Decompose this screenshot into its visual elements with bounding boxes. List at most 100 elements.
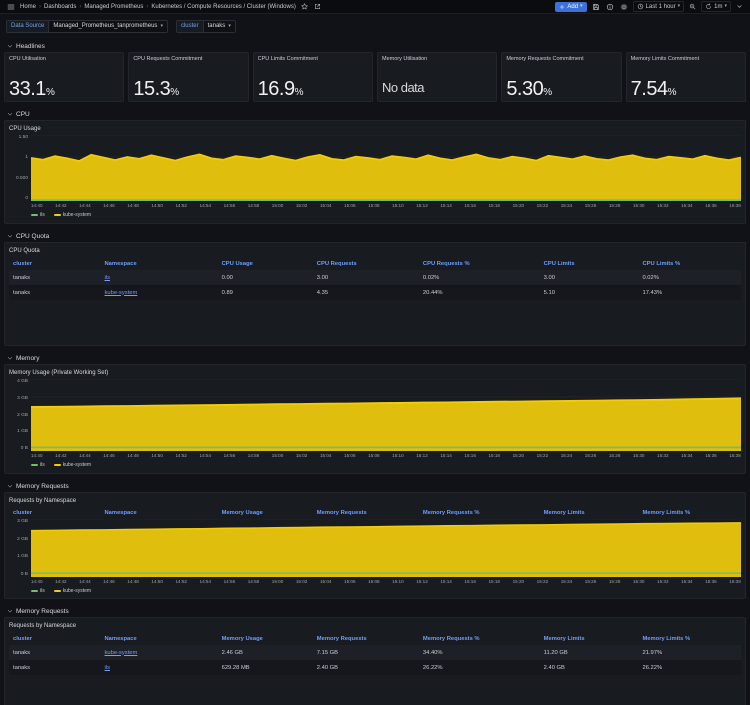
column-header[interactable]: Memory Limits % bbox=[638, 510, 740, 516]
table-cell: 26.22% bbox=[642, 664, 663, 671]
panel-title[interactable]: CPU Quota bbox=[9, 245, 741, 257]
stat-cpu-utilisation[interactable]: CPU Utilisation 33.1% bbox=[4, 52, 125, 102]
chevron-down-icon bbox=[7, 484, 13, 488]
cluster-select[interactable]: tanaks ▾ bbox=[203, 19, 236, 33]
datasource-select[interactable]: Managed_Prometheus_tanprometheus ▾ bbox=[49, 19, 168, 33]
x-tick-label: 15:00 bbox=[271, 453, 284, 458]
add-button[interactable]: Add ▾ bbox=[555, 1, 587, 12]
breadcrumb-dashboards[interactable]: Dashboards bbox=[44, 4, 76, 10]
section-headlines[interactable]: Headlines bbox=[0, 40, 750, 52]
chevron-down-icon: ▾ bbox=[228, 22, 231, 29]
x-tick-label: 15:14 bbox=[440, 579, 452, 584]
namespace-link[interactable]: ils bbox=[101, 275, 218, 281]
column-header[interactable]: Memory Limits % bbox=[638, 636, 740, 642]
column-header[interactable]: Memory Requests % bbox=[419, 636, 540, 642]
legend-item-kube-system[interactable]: kube-system bbox=[53, 212, 91, 218]
x-tick-label: 15:14 bbox=[440, 453, 452, 458]
x-tick-label: 15:00 bbox=[271, 203, 284, 208]
section-memory-requests-2[interactable]: Memory Requests bbox=[0, 605, 750, 617]
table-cell: 3.00 bbox=[543, 274, 555, 281]
legend-item-ils[interactable]: ils bbox=[31, 212, 45, 218]
x-tick-label: 15:22 bbox=[536, 579, 549, 584]
x-tick-label: 15:24 bbox=[560, 579, 573, 584]
x-tick-label: 14:56 bbox=[223, 453, 236, 458]
panel-title[interactable]: CPU Usage bbox=[9, 123, 741, 135]
menu-icon[interactable] bbox=[6, 3, 16, 11]
column-header[interactable]: CPU Usage bbox=[218, 261, 313, 267]
table-cell: 17.43% bbox=[642, 289, 663, 296]
x-tick-label: 15:18 bbox=[488, 579, 500, 584]
legend-item-kube-system[interactable]: kube-system bbox=[53, 462, 91, 468]
section-memory[interactable]: Memory bbox=[0, 352, 750, 364]
namespace-link[interactable]: kube-system bbox=[101, 290, 218, 296]
column-header[interactable]: CPU Limits bbox=[540, 261, 639, 267]
column-header[interactable]: CPU Requests bbox=[313, 261, 419, 267]
x-tick-label: 15:18 bbox=[488, 203, 500, 208]
section-cpu[interactable]: CPU bbox=[0, 108, 750, 120]
table-cell: 2.40 GB bbox=[543, 664, 565, 671]
stat-cpu-limits-commitment[interactable]: CPU Limits Commitment 16.9% bbox=[252, 52, 373, 102]
column-header[interactable]: Memory Usage bbox=[218, 510, 313, 516]
column-header[interactable]: Namespace bbox=[101, 636, 218, 642]
stat-memory-limits-commitment[interactable]: Memory Limits Commitment 7.54% bbox=[625, 52, 746, 102]
refresh-control[interactable]: 1m ▾ bbox=[701, 1, 731, 12]
share-icon[interactable] bbox=[313, 3, 322, 10]
chevron-down-icon: ▾ bbox=[677, 3, 681, 9]
chevron-down-icon: ▾ bbox=[580, 3, 583, 9]
stat-cpu-requests-commitment[interactable]: CPU Requests Commitment 15.3% bbox=[128, 52, 249, 102]
panel-title[interactable]: Requests by Namespace bbox=[9, 495, 741, 507]
x-tick-label: 15:04 bbox=[319, 579, 332, 584]
column-header[interactable]: cluster bbox=[9, 636, 101, 642]
memory-usage-chart[interactable] bbox=[31, 379, 741, 451]
column-header[interactable]: cluster bbox=[9, 261, 101, 267]
save-dashboard-icon[interactable] bbox=[591, 3, 601, 11]
breadcrumb-home[interactable]: Home bbox=[20, 4, 36, 10]
column-header[interactable]: Namespace bbox=[101, 510, 218, 516]
table-row[interactable]: tanaks kube-system 0.89 4.35 20.44% 5.10 17.43… bbox=[9, 285, 741, 300]
legend-item-ils[interactable]: ils bbox=[31, 462, 45, 468]
x-tick-label: 15:36 bbox=[705, 203, 717, 208]
requests-by-namespace-chart[interactable] bbox=[31, 519, 741, 577]
table-row[interactable]: tanaks kube-system 2.46 GB 7.15 GB 34.40% 11.… bbox=[9, 645, 741, 660]
column-header[interactable]: Memory Requests bbox=[313, 510, 419, 516]
column-header[interactable]: Namespace bbox=[101, 261, 218, 267]
section-memory-requests[interactable]: Memory Requests bbox=[0, 480, 750, 492]
column-header[interactable]: Memory Requests bbox=[313, 636, 419, 642]
column-header[interactable]: Memory Usage bbox=[218, 636, 313, 642]
zoom-out-icon[interactable] bbox=[688, 3, 697, 10]
legend-item-kube-system[interactable]: kube-system bbox=[53, 588, 92, 594]
section-cpu-quota[interactable]: CPU Quota bbox=[0, 230, 750, 242]
column-header[interactable]: Memory Limits bbox=[540, 510, 639, 516]
panel-title[interactable]: Requests by Namespace bbox=[9, 620, 741, 632]
stat-value: 33.1 bbox=[9, 78, 46, 100]
x-tick-label: 14:48 bbox=[127, 453, 139, 458]
column-header[interactable]: Memory Requests % bbox=[419, 510, 540, 516]
table-cell: 0.02% bbox=[642, 274, 659, 281]
table-row[interactable]: tanaks ils 0.00 3.00 0.02% 3.00 0.02% bbox=[9, 270, 741, 285]
chevron-down-icon bbox=[7, 112, 13, 116]
table-row[interactable]: tanaks ils 629.28 MB 2.40 GB 26.22% 2.40 GB 26… bbox=[9, 660, 741, 675]
stat-title: CPU Requests Commitment bbox=[133, 56, 203, 62]
cpu-usage-panel: CPU Usage 1.50 1 0.500 0 14:40 14:42 14:44 14:… bbox=[4, 120, 746, 224]
legend-item-ils[interactable]: ils bbox=[31, 588, 45, 594]
time-range-picker[interactable]: Last 1 hour ▾ bbox=[632, 1, 685, 12]
panel-title[interactable]: Memory Usage (Private Working Set) bbox=[9, 367, 741, 379]
dashboard-settings-icon[interactable] bbox=[619, 3, 629, 11]
namespace-link[interactable]: ils bbox=[101, 665, 218, 671]
requests-column-header: cluster Namespace Memory Usage Memory Reque… bbox=[9, 507, 741, 519]
column-header[interactable]: CPU Requests % bbox=[419, 261, 540, 267]
favorite-star-icon[interactable] bbox=[300, 3, 309, 10]
kiosk-chevron-icon[interactable] bbox=[735, 3, 744, 10]
column-header[interactable]: cluster bbox=[9, 510, 101, 516]
stat-memory-utilisation[interactable]: Memory Utilisation No data bbox=[376, 52, 498, 102]
x-tick-label: 14:50 bbox=[151, 453, 163, 458]
cpu-usage-chart[interactable] bbox=[31, 135, 741, 201]
breadcrumb-folder[interactable]: Managed Prometheus bbox=[84, 4, 143, 10]
dashboard-info-icon[interactable] bbox=[605, 3, 615, 11]
namespace-link[interactable]: kube-system bbox=[101, 650, 218, 656]
y-axis: 4 GB 3 GB 2 GB 1 GB 0 B bbox=[9, 379, 31, 451]
legend-label: kube-system bbox=[62, 588, 92, 594]
column-header[interactable]: Memory Limits bbox=[540, 636, 639, 642]
stat-memory-requests-commitment[interactable]: Memory Requests Commitment 5.30% bbox=[501, 52, 622, 102]
column-header[interactable]: CPU Limits % bbox=[638, 261, 740, 267]
